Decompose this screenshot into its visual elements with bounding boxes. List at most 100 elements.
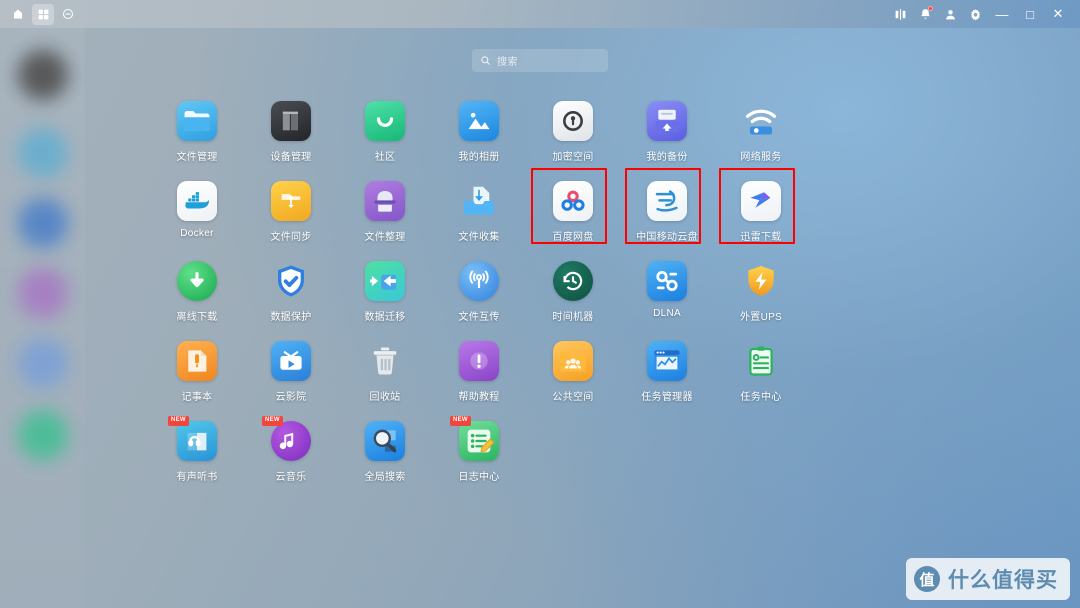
app-tile-label: 离线下载 — [176, 312, 218, 323]
app-tile[interactable]: 中国移动云盘 — [620, 168, 714, 256]
sidebar-item-1[interactable] — [18, 128, 68, 178]
app-tile-label: 文件同步 — [270, 232, 312, 243]
help-tutorial-icon[interactable] — [459, 341, 499, 381]
app-tile[interactable]: 百度网盘 — [526, 168, 620, 256]
app-tile[interactable]: NEW 云音乐 — [244, 416, 338, 496]
cloud-music-icon[interactable]: NEW — [262, 416, 311, 461]
app-tile[interactable]: 数据迁移 — [338, 256, 432, 336]
file-transfer-icon[interactable] — [459, 261, 499, 301]
app-tile[interactable]: 任务管理器 — [620, 336, 714, 416]
sidebar-item-2[interactable] — [18, 198, 68, 248]
baidu-netdisk-icon[interactable] — [553, 181, 593, 221]
my-backup-icon[interactable] — [647, 101, 687, 141]
app-tile[interactable]: 帮助教程 — [432, 336, 526, 416]
task-center-icon[interactable] — [741, 341, 781, 381]
app-tile[interactable]: 数据保护 — [244, 256, 338, 336]
app-tile[interactable]: 我的相册 — [432, 96, 526, 176]
desktop-root: — □ ✕ 搜索 文件管理 设备管理 社区 我的相册 加密空间 我的备份 网络服务 Docke… — [0, 0, 1080, 608]
community-icon[interactable] — [365, 101, 405, 141]
app-tile-label: 迅雷下载 — [740, 232, 782, 243]
app-tile[interactable]: Docker — [150, 176, 244, 256]
app-tile[interactable]: 外置UPS — [714, 256, 808, 336]
search-input[interactable]: 搜索 — [472, 49, 608, 72]
task-manager-icon[interactable] — [647, 341, 687, 381]
app-tile-label: 有声听书 — [176, 472, 218, 483]
minimize-button[interactable]: — — [988, 2, 1016, 26]
app-tile[interactable]: 离线下载 — [150, 256, 244, 336]
app-tile[interactable]: 文件互传 — [432, 256, 526, 336]
apps-grid-icon[interactable] — [32, 3, 54, 25]
titlebar-right-controls: — □ ✕ — [888, 2, 1080, 26]
external-ups-icon[interactable] — [741, 261, 781, 301]
maximize-button[interactable]: □ — [1016, 2, 1044, 26]
app-tile[interactable]: 我的备份 — [620, 96, 714, 176]
app-tile[interactable]: 网络服务 — [714, 96, 808, 176]
app-tile[interactable]: 设备管理 — [244, 96, 338, 176]
user-icon[interactable] — [938, 2, 963, 26]
app-tile[interactable]: 记事本 — [150, 336, 244, 416]
public-space-icon[interactable] — [553, 341, 593, 381]
data-protection-icon[interactable] — [271, 261, 311, 301]
thunder-download-icon[interactable] — [741, 181, 781, 221]
dlna-icon[interactable] — [647, 261, 687, 301]
sidebar-avatar[interactable] — [18, 50, 68, 100]
app-tile-label: Docker — [180, 228, 214, 239]
sidebar-item-3[interactable] — [18, 268, 68, 318]
app-tile[interactable]: 文件同步 — [244, 176, 338, 256]
device-manager-icon[interactable] — [271, 101, 311, 141]
cmcc-cloud-icon[interactable] — [647, 181, 687, 221]
app-tile[interactable]: NEW 有声听书 — [150, 416, 244, 496]
add-circle-icon[interactable] — [57, 4, 79, 25]
app-tile[interactable]: 任务中心 — [714, 336, 808, 416]
recycle-bin-icon[interactable] — [365, 341, 405, 381]
app-tile-label: 云音乐 — [275, 472, 307, 483]
app-tile[interactable]: 迅雷下载 — [714, 168, 808, 256]
docker-icon[interactable] — [177, 181, 217, 221]
app-tile[interactable]: NEW 日志中心 — [432, 416, 526, 496]
app-tile[interactable]: 云影院 — [244, 336, 338, 416]
search-icon — [481, 56, 491, 66]
panel-toggle-icon[interactable] — [888, 2, 913, 26]
app-tile[interactable]: DLNA — [620, 256, 714, 336]
app-tile-label: 我的备份 — [646, 152, 688, 163]
time-machine-icon[interactable] — [553, 261, 593, 301]
app-tile[interactable]: 公共空间 — [526, 336, 620, 416]
network-service-icon[interactable] — [741, 101, 781, 141]
audiobook-icon[interactable]: NEW — [168, 416, 217, 461]
app-tile[interactable]: 回收站 — [338, 336, 432, 416]
app-grid: 文件管理 设备管理 社区 我的相册 加密空间 我的备份 网络服务 Docker 文件同步 文件整理… — [150, 96, 950, 496]
search-placeholder: 搜索 — [497, 57, 518, 68]
global-search-icon[interactable] — [365, 421, 405, 461]
sidebar-item-4[interactable] — [18, 338, 68, 388]
app-tile[interactable]: 全局搜索 — [338, 416, 432, 496]
app-tile[interactable]: 加密空间 — [526, 96, 620, 176]
new-badge: NEW — [262, 416, 283, 426]
titlebar-left-buttons — [0, 3, 79, 25]
app-tile-label: 帮助教程 — [458, 392, 500, 403]
app-tile[interactable]: 社区 — [338, 96, 432, 176]
notepad-icon[interactable] — [177, 341, 217, 381]
app-tile[interactable]: 文件收集 — [432, 176, 526, 256]
my-album-icon[interactable] — [459, 101, 499, 141]
offline-download-icon[interactable] — [177, 261, 217, 301]
log-center-icon[interactable]: NEW — [450, 416, 499, 461]
app-tile[interactable]: 文件整理 — [338, 176, 432, 256]
app-tile[interactable]: 时间机器 — [526, 256, 620, 336]
file-sync-icon[interactable] — [271, 181, 311, 221]
home-icon[interactable] — [7, 4, 29, 25]
data-migration-icon[interactable] — [365, 261, 405, 301]
file-organize-icon[interactable] — [365, 181, 405, 221]
bell-icon[interactable] — [913, 2, 938, 26]
app-tile-label: 外置UPS — [739, 312, 783, 323]
app-tile[interactable]: 文件管理 — [150, 96, 244, 176]
file-manager-icon[interactable] — [177, 101, 217, 141]
encrypted-space-icon[interactable] — [553, 101, 593, 141]
app-tile-label: 社区 — [374, 152, 396, 163]
file-collect-icon[interactable] — [459, 181, 499, 221]
sidebar-item-5[interactable] — [18, 410, 68, 460]
close-button[interactable]: ✕ — [1044, 2, 1072, 26]
sidebar — [0, 28, 85, 608]
app-tile-label: 回收站 — [369, 392, 401, 403]
cloud-cinema-icon[interactable] — [271, 341, 311, 381]
gear-icon[interactable] — [963, 2, 988, 26]
